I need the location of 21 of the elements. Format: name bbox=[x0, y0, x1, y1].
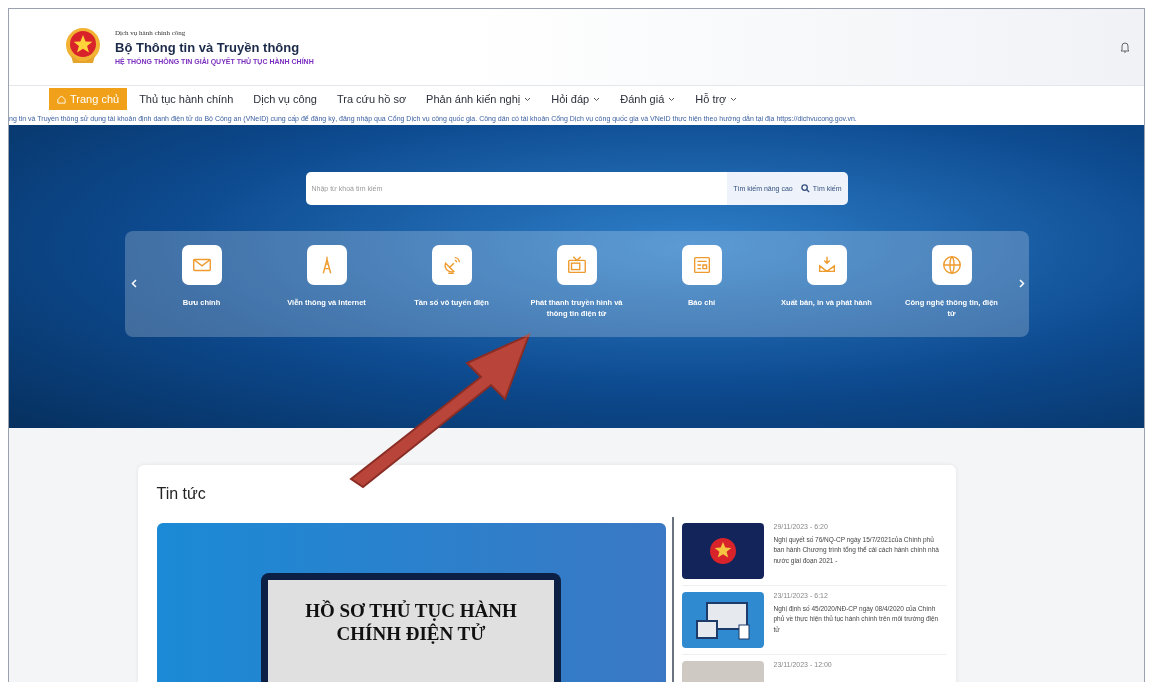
ministry-name: Bộ Thông tin và Truyền thông bbox=[115, 40, 301, 55]
nav-item[interactable]: Hỏi đáp bbox=[543, 88, 609, 110]
nav-item[interactable]: Đánh giá bbox=[612, 88, 684, 110]
globe-icon bbox=[940, 254, 963, 276]
news-thumbnail[interactable] bbox=[681, 523, 764, 579]
nav-item[interactable]: Tra cứu hồ sơ bbox=[328, 88, 415, 110]
search-icon bbox=[800, 184, 810, 193]
news-thumbnail[interactable] bbox=[681, 592, 764, 648]
nav-item[interactable]: Phản ánh kiến nghị bbox=[418, 88, 540, 110]
nav-item[interactable]: Hỗ trợ bbox=[687, 88, 746, 110]
image-caption: HỒ SƠ THỦ TỤC HÀNH CHÍNH ĐIỆN TỬ bbox=[304, 600, 518, 646]
emblem-icon bbox=[707, 536, 738, 566]
nav-item[interactable]: Dịch vụ công bbox=[245, 88, 325, 110]
nav-item[interactable]: Thủ tục hành chính bbox=[131, 88, 242, 110]
tv-icon bbox=[565, 254, 588, 276]
chevron-left-icon bbox=[130, 279, 137, 288]
chevron-right-icon bbox=[1018, 279, 1025, 288]
section-title: Tin tức bbox=[156, 485, 207, 503]
bell-icon[interactable] bbox=[1120, 41, 1130, 53]
home-icon bbox=[57, 94, 66, 104]
featured-news-image[interactable]: HỒ SƠ THỦ TỤC HÀNH CHÍNH ĐIỆN TỬ bbox=[156, 523, 666, 682]
